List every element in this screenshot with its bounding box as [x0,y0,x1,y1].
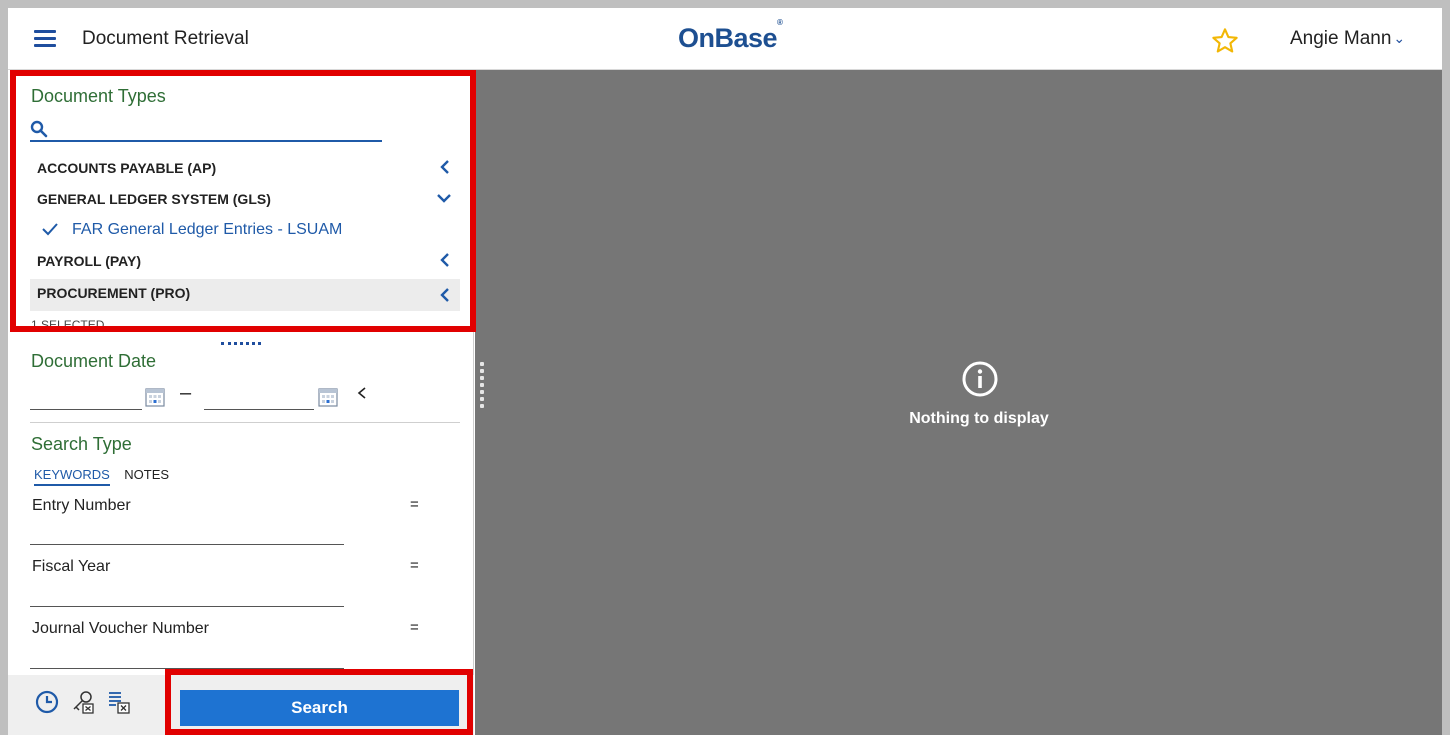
doc-type-item-selected[interactable]: FAR General Ledger Entries - LSUAM [30,216,460,242]
user-name: Angie Mann [1290,28,1392,49]
chevron-left-icon [440,288,449,302]
retrieval-panel: Document Types ACCOUNTS PAYABLE (AP) GEN… [8,70,474,735]
calendar-icon[interactable] [318,387,338,407]
document-date-heading: Document Date [31,351,157,371]
chevron-left-icon [440,160,449,174]
document-types-search-input[interactable] [52,118,377,140]
clock-icon[interactable] [34,689,60,715]
chevron-down-icon [437,194,451,203]
search-type-tabs: KEYWORDS NOTES [34,466,179,486]
page-title: Document Retrieval [82,28,249,49]
doc-group-label: PAYROLL (PAY) [37,253,141,269]
keyword-operator[interactable]: = [410,619,419,636]
empty-viewer-message: Nothing to display [909,410,1049,427]
search-type-heading: Search Type [31,434,132,454]
doc-group-label: ACCOUNTS PAYABLE (AP) [37,160,217,176]
panel-resize-handle[interactable] [221,342,261,345]
list-clear-icon[interactable] [106,689,132,715]
favorites-star-icon[interactable] [1211,27,1239,55]
selected-count: 1 SELECTED [31,318,105,332]
app-window: Document Retrieval OnBase® Angie Mann ⌄ D… [8,8,1442,735]
onbase-logo: OnBase® [678,18,783,54]
doc-type-item-label: FAR General Ledger Entries - LSUAM [72,221,343,238]
keyword-clear-icon[interactable] [70,689,96,715]
search-button[interactable]: Search [180,690,459,726]
keyword-operator[interactable]: = [410,557,419,574]
entry-number-field[interactable] [30,519,344,545]
entry-number-input[interactable] [30,519,344,544]
date-from-field[interactable] [30,380,142,410]
logo-text: OnBase [678,23,778,53]
top-header: Document Retrieval OnBase® Angie Mann ⌄ [8,8,1442,70]
keyword-label-journal-voucher-number: Journal Voucher Number [32,620,209,637]
date-to-field[interactable] [204,380,314,410]
keyword-operator[interactable]: = [410,496,419,513]
search-icon [30,120,48,138]
chevron-left-icon[interactable] [356,383,368,403]
panel-splitter-handle[interactable] [480,362,484,414]
chevron-down-icon: ⌄ [1393,30,1406,46]
calendar-icon[interactable] [145,387,165,407]
tab-keywords[interactable]: KEYWORDS [34,467,110,486]
document-types-heading: Document Types [31,86,166,106]
doc-group-label: PROCUREMENT (PRO) [37,285,191,301]
info-icon [962,361,998,397]
fiscal-year-input[interactable] [30,581,344,606]
date-to-input[interactable] [204,380,314,409]
chevron-left-icon [440,253,449,267]
doc-group-label: GENERAL LEDGER SYSTEM (GLS) [37,191,271,207]
checkmark-icon [42,223,58,236]
doc-group-payroll[interactable]: PAYROLL (PAY) [30,247,460,275]
keyword-label-entry-number: Entry Number [32,497,131,514]
user-menu[interactable]: Angie Mann ⌄ [1290,28,1405,50]
hamburger-menu-icon[interactable] [34,30,56,48]
doc-group-accounts-payable[interactable]: ACCOUNTS PAYABLE (AP) [30,154,460,182]
date-from-input[interactable] [30,380,142,409]
action-bar: Search [8,675,474,735]
keyword-label-fiscal-year: Fiscal Year [32,558,111,575]
date-range-separator: – [180,382,192,404]
journal-voucher-number-field[interactable] [30,643,344,669]
fiscal-year-field[interactable] [30,581,344,607]
section-divider [30,422,460,423]
journal-voucher-number-input[interactable] [30,643,344,668]
document-types-search [30,118,382,142]
doc-group-general-ledger[interactable]: GENERAL LEDGER SYSTEM (GLS) [30,185,460,213]
document-viewer: Nothing to display [475,70,1442,735]
doc-group-procurement[interactable]: PROCUREMENT (PRO) [30,279,460,311]
logo-registered-mark: ® [777,18,783,27]
tab-notes[interactable]: NOTES [124,467,169,484]
